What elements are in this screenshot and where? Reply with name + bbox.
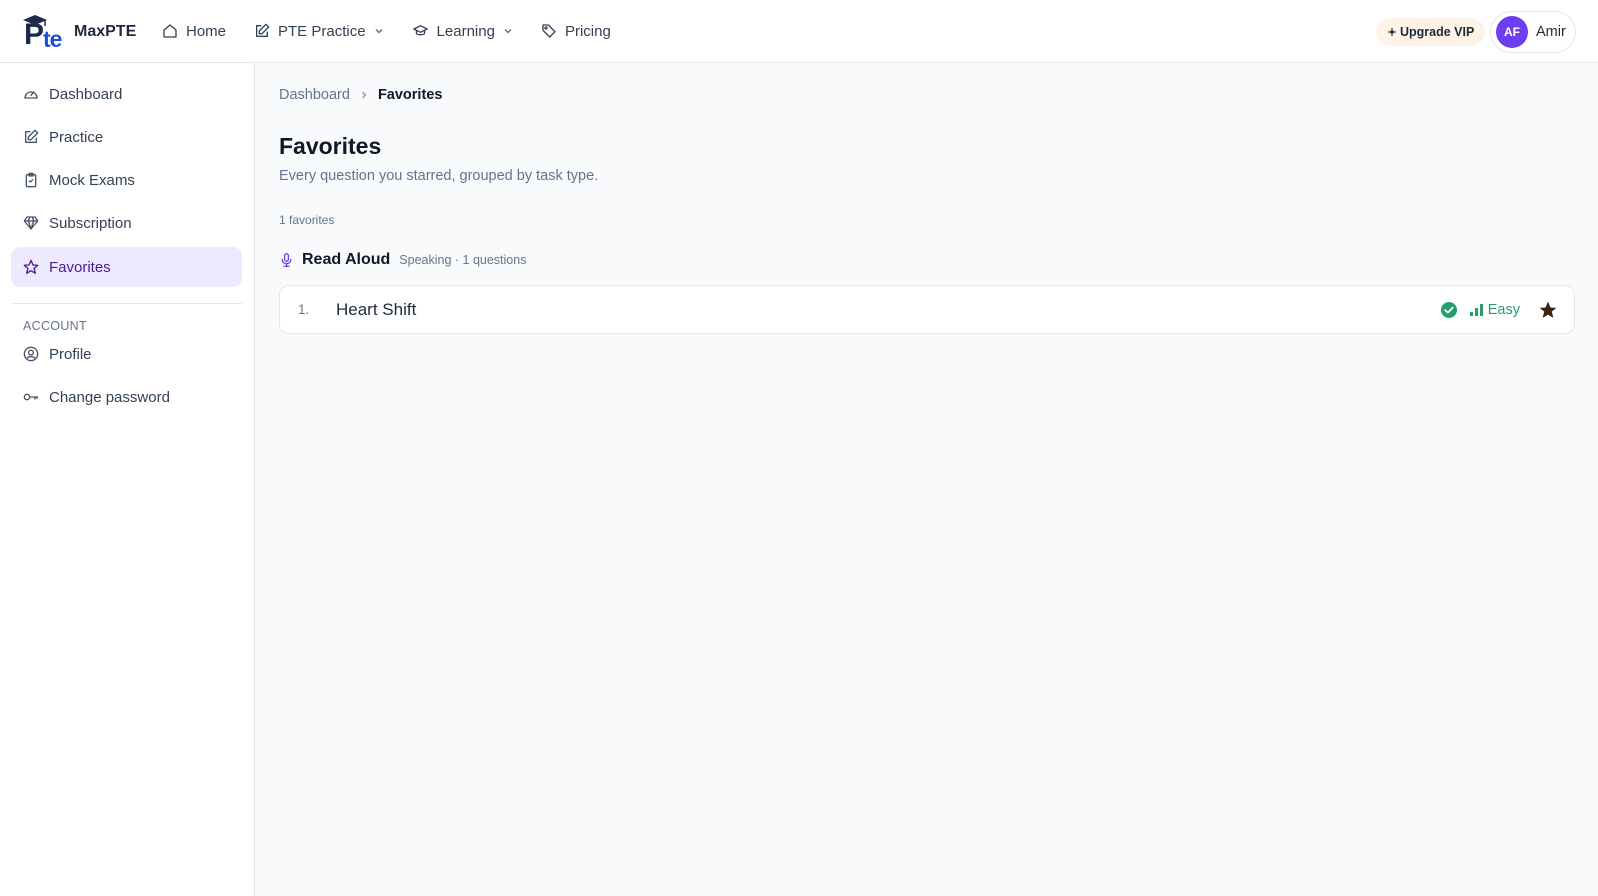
item-title: Heart Shift	[336, 299, 417, 319]
sidebar-item-label: Profile	[49, 345, 92, 363]
page-subtitle: Every question you starred, grouped by t…	[279, 168, 599, 184]
logo-letter-p: P	[24, 18, 44, 51]
tag-icon	[542, 24, 556, 38]
breadcrumb-dashboard[interactable]: Dashboard	[279, 87, 350, 103]
sidebar-item-mock-exams[interactable]: Mock Exams	[11, 160, 242, 200]
brand[interactable]: P te MaxPTE	[22, 14, 137, 52]
microphone-icon	[281, 253, 292, 267]
edit-icon	[256, 23, 270, 37]
key-icon	[23, 393, 39, 401]
sidebar-item-label: Mock Exams	[49, 171, 135, 189]
nav-learning-label: Learning	[436, 22, 495, 40]
star-icon	[23, 259, 39, 274]
difficulty-label: Easy	[1487, 301, 1520, 318]
list-item[interactable]: 1. Heart Shift Easy	[279, 285, 1575, 334]
chevron-right-icon	[361, 91, 367, 99]
diamond-icon	[23, 216, 39, 230]
upgrade-vip-label: Upgrade VIP	[1400, 25, 1475, 39]
group-header-read-aloud: Read Aloud Speaking · 1 questions	[279, 249, 526, 271]
sparkle-icon	[1387, 27, 1397, 37]
item-meta: Easy	[1440, 300, 1558, 320]
sidebar-item-profile[interactable]: Profile	[11, 334, 242, 374]
item-index: 1.	[298, 302, 310, 317]
star-filled-icon[interactable]	[1538, 300, 1558, 320]
nav-home[interactable]: Home	[162, 23, 226, 40]
nav-pricing[interactable]: Pricing	[541, 23, 611, 40]
edit-icon	[25, 129, 39, 143]
user-circle-icon	[23, 346, 39, 362]
group-title: Read Aloud	[302, 251, 391, 268]
gauge-icon	[24, 91, 38, 99]
brand-name: MaxPTE	[74, 23, 137, 40]
difficulty-badge: Easy	[1469, 301, 1520, 318]
signal-bars-icon	[1469, 303, 1483, 316]
nav-pte-practice-label: PTE Practice	[278, 22, 366, 40]
sidebar-item-label: Dashboard	[49, 85, 123, 103]
check-circle-icon	[1440, 301, 1457, 318]
nav-pricing-label: Pricing	[564, 22, 611, 40]
logo-letters-te: te	[43, 26, 62, 52]
brand-logo: P te	[22, 14, 68, 52]
favorites-count: 1 favorites	[279, 213, 335, 227]
chevron-down-icon	[504, 28, 512, 34]
sidebar-item-dashboard[interactable]: Dashboard	[11, 74, 242, 114]
sidebar: Dashboard Practice Mock Exams Subscripti…	[0, 63, 255, 896]
nav-home-label: Home	[186, 22, 227, 40]
main-nav: Home PTE Practice Learning Pricing	[162, 18, 639, 44]
breadcrumb: Dashboard Favorites	[279, 87, 442, 103]
sidebar-section-account: ACCOUNT	[23, 319, 87, 333]
group-meta: Speaking · 1 questions	[399, 253, 527, 267]
sidebar-item-label: Change password	[49, 388, 170, 406]
home-icon	[163, 24, 177, 38]
sidebar-item-label: Subscription	[49, 214, 132, 232]
breadcrumb-current: Favorites	[377, 87, 443, 103]
sidebar-item-favorites[interactable]: Favorites	[11, 247, 242, 287]
graduation-cap-icon	[412, 25, 428, 36]
clipboard-check-icon	[25, 172, 37, 188]
top-navbar: P te MaxPTE Home PTE Practice Learning P…	[0, 0, 1598, 63]
chevron-down-icon	[375, 28, 383, 34]
sidebar-item-label: Practice	[49, 128, 104, 146]
sidebar-item-practice[interactable]: Practice	[11, 117, 242, 157]
user-name: Amir	[1536, 24, 1566, 40]
sidebar-divider	[11, 303, 242, 304]
sidebar-item-change-password[interactable]: Change password	[11, 377, 242, 417]
page-title: Favorites	[279, 133, 382, 159]
sidebar-item-label: Favorites	[49, 258, 111, 276]
sidebar-item-subscription[interactable]: Subscription	[11, 203, 242, 243]
avatar: AF	[1496, 16, 1528, 48]
nav-learning[interactable]: Learning	[412, 23, 513, 40]
upgrade-vip-button[interactable]: Upgrade VIP	[1376, 18, 1486, 46]
user-menu[interactable]: AF Amir	[1490, 11, 1576, 53]
nav-pte-practice[interactable]: PTE Practice	[254, 23, 384, 40]
